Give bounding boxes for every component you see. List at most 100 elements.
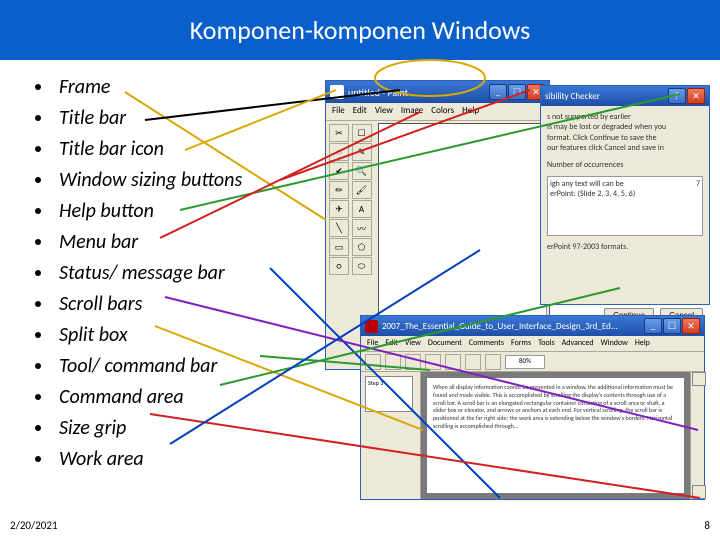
- bullet-text: Scroll bars: [59, 292, 142, 316]
- compat-text: is may be lost or degraded when you: [547, 122, 703, 132]
- compat-title-text: sibility Checker: [545, 91, 600, 102]
- reader-title-text: 2007_The_Essential_Guide_to_User_Interfa…: [382, 321, 618, 332]
- menu-item[interactable]: Edit: [353, 105, 367, 118]
- close-button[interactable]: ✕: [682, 318, 700, 334]
- menu-item[interactable]: Document: [428, 338, 462, 349]
- tool-button[interactable]: A: [352, 200, 372, 218]
- toolbar-button[interactable]: [425, 354, 441, 370]
- compat-body: s not supported by earlier is may be los…: [541, 106, 709, 258]
- zoom-field[interactable]: 80%: [505, 355, 545, 369]
- list-item-count: 7: [696, 179, 700, 189]
- maximize-button[interactable]: ☐: [663, 318, 681, 334]
- list-item: Frame: [35, 75, 345, 99]
- menu-item[interactable]: File: [367, 338, 378, 349]
- reader-titlebar: 2007_The_Essential_Guide_to_User_Interfa…: [361, 316, 704, 336]
- compat-text: format. Click Continue to save the: [547, 133, 703, 143]
- tool-button[interactable]: 🖌: [352, 181, 372, 199]
- help-button[interactable]: ?: [668, 88, 686, 104]
- paint-titlebar: untitled - Paint _ ☐ ✕: [326, 81, 549, 103]
- bullet-text: Window sizing buttons: [59, 168, 242, 192]
- menu-item[interactable]: Advanced: [562, 338, 594, 349]
- list-item: Window sizing buttons: [35, 168, 345, 192]
- menu-item[interactable]: Image: [401, 105, 423, 118]
- reader-sidebar: Step 3: [361, 372, 421, 499]
- menu-item[interactable]: View: [405, 338, 421, 349]
- tool-button[interactable]: ⬭: [352, 257, 372, 275]
- tool-button[interactable]: ◌: [329, 143, 349, 161]
- reader-document-area: When all display information cannot be p…: [421, 372, 690, 499]
- menu-item[interactable]: File: [332, 105, 345, 118]
- minimize-button[interactable]: _: [489, 84, 507, 100]
- slide-header: Komponen-komponen Windows: [0, 0, 720, 60]
- compat-footer-text: erPoint 97-2003 formats.: [547, 242, 703, 252]
- bullet-text: Frame: [59, 75, 110, 99]
- tool-button[interactable]: ⬠: [352, 238, 372, 256]
- tool-button[interactable]: ✈: [329, 200, 349, 218]
- menu-item[interactable]: Edit: [385, 338, 398, 349]
- tool-button[interactable]: ✔: [329, 162, 349, 180]
- bullet-icon: [35, 146, 41, 152]
- menu-item[interactable]: Forms: [511, 338, 531, 349]
- menu-item[interactable]: Window: [601, 338, 628, 349]
- list-item: Split box: [35, 323, 345, 347]
- toolbar-button[interactable]: [365, 354, 381, 370]
- screenshot-area: untitled - Paint _ ☐ ✕ File Edit View Im…: [325, 70, 715, 505]
- bullet-icon: [35, 456, 41, 462]
- bullet-icon: [35, 425, 41, 431]
- bullet-icon: [35, 208, 41, 214]
- bullet-text: Title bar: [59, 106, 126, 130]
- toolbar-button[interactable]: [485, 354, 501, 370]
- menu-item[interactable]: Comments: [469, 338, 504, 349]
- list-item: Tool/ command bar: [35, 354, 345, 378]
- bullet-text: Tool/ command bar: [59, 354, 217, 378]
- compat-buttons: ? ✕: [668, 88, 705, 104]
- tool-button[interactable]: 🔍: [352, 162, 372, 180]
- list-item-text: igh any text will can be: [550, 179, 624, 189]
- reader-page: When all display information cannot be p…: [427, 378, 684, 493]
- tool-button[interactable]: ✂: [329, 124, 349, 142]
- bullet-text: Work area: [59, 447, 144, 471]
- bullet-icon: [35, 332, 41, 338]
- menu-item[interactable]: View: [375, 105, 393, 118]
- list-item: Title bar icon: [35, 137, 345, 161]
- tool-button[interactable]: 〰: [352, 219, 372, 237]
- reader-window: 2007_The_Essential_Guide_to_User_Interfa…: [360, 315, 705, 500]
- reader-body: Step 3 When all display information cann…: [361, 372, 704, 499]
- scrollbar[interactable]: [690, 372, 704, 499]
- list-item: Size grip: [35, 416, 345, 440]
- tool-button[interactable]: ☐: [352, 124, 372, 142]
- list-item: Help button: [35, 199, 345, 223]
- bullet-icon: [35, 177, 41, 183]
- close-button[interactable]: ✕: [687, 88, 705, 104]
- tool-button[interactable]: ▭: [329, 238, 349, 256]
- toolbar-button[interactable]: [385, 354, 401, 370]
- menu-item[interactable]: Help: [635, 338, 650, 349]
- compat-list: igh any text will can be 7 erPoint: (Sli…: [547, 176, 703, 236]
- minimize-button[interactable]: _: [644, 318, 662, 334]
- footer-date: 2/20/2021: [10, 519, 58, 532]
- bullet-icon: [35, 363, 41, 369]
- toolbar-button[interactable]: [405, 354, 421, 370]
- bullet-text: Title bar icon: [59, 137, 164, 161]
- reader-menubar: File Edit View Document Comments Forms T…: [361, 336, 704, 352]
- bullet-text: Help button: [59, 199, 154, 223]
- toolbar-button[interactable]: [465, 354, 481, 370]
- bullet-text: Command area: [59, 385, 184, 409]
- list-item-text: erPoint: (Slide 2, 3, 4, 5, 6): [550, 189, 700, 199]
- tool-button[interactable]: ✎: [352, 143, 372, 161]
- toolbar-button[interactable]: [445, 354, 461, 370]
- page-thumbnail[interactable]: Step 3: [365, 376, 413, 412]
- menu-item[interactable]: Tools: [538, 338, 555, 349]
- bullet-icon: [35, 84, 41, 90]
- paint-title-text: untitled - Paint: [348, 86, 408, 99]
- bullet-text: Status/ message bar: [59, 261, 225, 285]
- tool-button[interactable]: ╲: [329, 219, 349, 237]
- compat-text: our features click Cancel and save in: [547, 143, 703, 153]
- tool-button[interactable]: ○: [329, 257, 349, 275]
- maximize-button[interactable]: ☐: [508, 84, 526, 100]
- reader-toolbar: 80%: [361, 352, 704, 372]
- menu-item[interactable]: Help: [462, 105, 479, 118]
- tool-button[interactable]: ✏: [329, 181, 349, 199]
- menu-item[interactable]: Colors: [431, 105, 454, 118]
- bullet-icon: [35, 270, 41, 276]
